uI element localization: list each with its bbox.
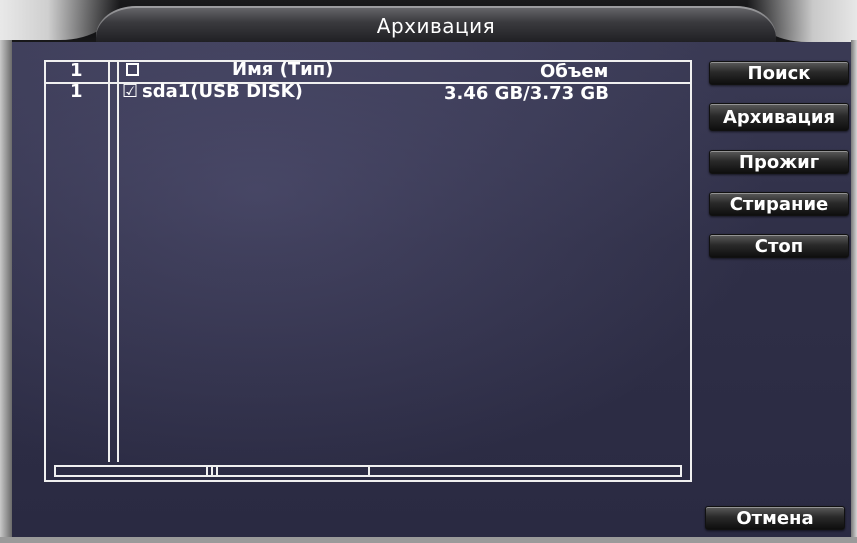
window-title: Архивация [376,14,496,38]
title-bar: Архивация [96,6,776,42]
header-name-type[interactable]: Имя (Тип) [232,59,333,80]
row-index: 1 [70,81,83,102]
search-button[interactable]: Поиск [709,61,849,85]
dvr-screen: Архивация 1 Имя (Тип) Объем 1 ☑ sda1(USB… [0,0,857,543]
bottom-bezel [0,537,857,543]
select-all-checkbox[interactable] [126,63,139,76]
header-volume[interactable]: Объем [540,61,608,82]
left-bezel [0,40,12,543]
column-divider [117,62,119,462]
cancel-button[interactable]: Отмена [705,506,845,530]
device-table: 1 Имя (Тип) Объем 1 ☑ sda1(USB DISK) 3.4… [44,59,692,482]
scrollbar-tick [368,467,370,475]
right-bezel [851,40,857,543]
row-checkbox[interactable]: ☑ [122,81,138,102]
erase-button[interactable]: Стирание [709,192,849,216]
scrollbar-tick [216,467,218,475]
burn-button[interactable]: Прожиг [709,150,849,174]
backup-button[interactable]: Архивация [709,103,849,131]
header-index: 1 [70,60,83,81]
row-volume: 3.46 GB/3.73 GB [444,83,609,104]
horizontal-scrollbar[interactable] [54,465,682,477]
scrollbar-tick [206,467,208,475]
row-device-name: sda1(USB DISK) [142,81,303,102]
scrollbar-thumb[interactable] [211,467,213,475]
column-divider [108,62,110,462]
stop-button[interactable]: Стоп [709,234,849,258]
